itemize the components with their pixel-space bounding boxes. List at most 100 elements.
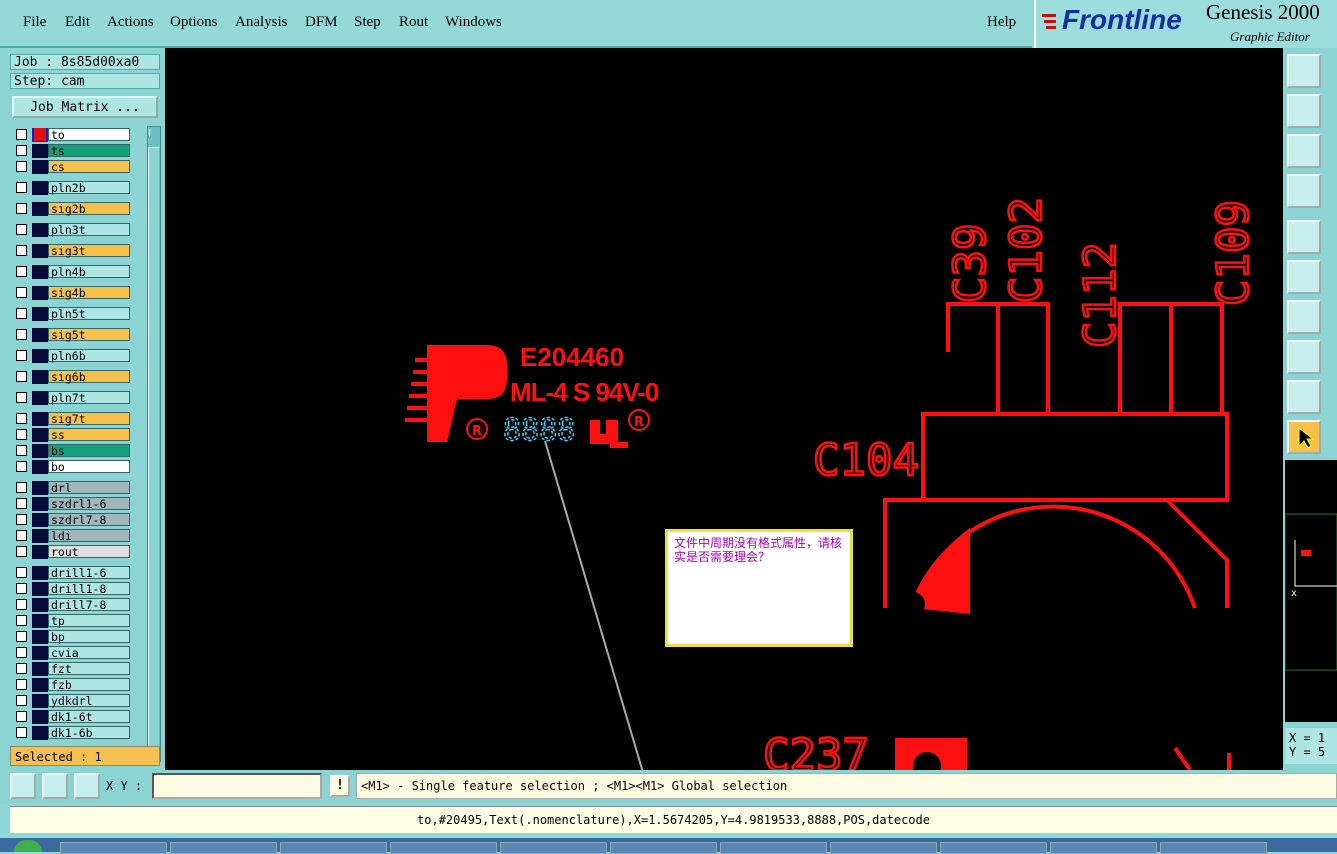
- layer-row[interactable]: to: [12, 128, 132, 142]
- menu-rout[interactable]: Rout: [399, 14, 428, 31]
- layer-checkbox[interactable]: [16, 371, 27, 382]
- layer-row[interactable]: bp: [12, 630, 132, 644]
- taskbar-item[interactable]: [500, 842, 607, 854]
- taskbar-item[interactable]: [280, 842, 387, 854]
- taskbar-item[interactable]: [720, 842, 827, 854]
- layer-affected-indicator[interactable]: [32, 497, 48, 511]
- layer-row[interactable]: sig7t: [12, 412, 132, 426]
- layer-checkbox[interactable]: [16, 615, 27, 626]
- layer-name[interactable]: rout: [48, 545, 130, 559]
- layer-checkbox[interactable]: [16, 245, 27, 256]
- layer-checkbox[interactable]: [16, 482, 27, 493]
- layer-affected-indicator[interactable]: [32, 630, 48, 644]
- layer-row[interactable]: sig3t: [12, 244, 132, 258]
- layer-name[interactable]: to: [48, 128, 130, 142]
- layer-row[interactable]: pln5t: [12, 307, 132, 321]
- layer-checkbox[interactable]: [16, 679, 27, 690]
- zoom-fit-icon[interactable]: [1287, 134, 1321, 168]
- layer-name[interactable]: sig4b: [48, 286, 130, 300]
- layer-name[interactable]: sig3t: [48, 244, 130, 258]
- layer-checkbox[interactable]: [16, 161, 27, 172]
- layer-checkbox[interactable]: [16, 461, 27, 472]
- layer-affected-indicator[interactable]: [32, 598, 48, 612]
- menu-dfm[interactable]: DFM: [305, 14, 338, 31]
- taskbar-item[interactable]: [1050, 842, 1157, 854]
- layer-name[interactable]: pln2b: [48, 181, 130, 195]
- layer-affected-indicator[interactable]: [32, 726, 48, 740]
- layer-affected-indicator[interactable]: [32, 460, 48, 474]
- layer-row[interactable]: bs: [12, 444, 132, 458]
- grid-icon[interactable]: [74, 773, 100, 799]
- menu-file[interactable]: File: [23, 14, 46, 31]
- layer-affected-indicator[interactable]: [32, 678, 48, 692]
- layer-affected-indicator[interactable]: [32, 444, 48, 458]
- layer-name[interactable]: bo: [48, 460, 130, 474]
- menu-options[interactable]: Options: [170, 14, 218, 31]
- layer-checkbox[interactable]: [16, 663, 27, 674]
- layer-checkbox[interactable]: [16, 695, 27, 706]
- layer-affected-indicator[interactable]: [32, 582, 48, 596]
- layer-checkbox[interactable]: [16, 567, 27, 578]
- layer-name[interactable]: ts: [48, 144, 130, 158]
- layer-name[interactable]: pln7t: [48, 391, 130, 405]
- menu-step[interactable]: Step: [354, 14, 381, 31]
- layer-row[interactable]: pln6b: [12, 349, 132, 363]
- layer-affected-indicator[interactable]: [32, 265, 48, 279]
- layer-name[interactable]: fzt: [48, 662, 130, 676]
- measure-icon[interactable]: [1287, 300, 1321, 334]
- layer-checkbox[interactable]: [16, 583, 27, 594]
- pcb-drawing[interactable]: R E204460 ML-4 S 94V-0 8888 R C39 C102 C…: [165, 48, 1283, 770]
- layer-checkbox[interactable]: [16, 308, 27, 319]
- layer-row[interactable]: cs: [12, 160, 132, 174]
- layer-affected-indicator[interactable]: [32, 428, 48, 442]
- layer-row[interactable]: drill1-8: [12, 582, 132, 596]
- layer-row[interactable]: pln7t: [12, 391, 132, 405]
- layer-row[interactable]: sig6b: [12, 370, 132, 384]
- layer-row[interactable]: sig5t: [12, 328, 132, 342]
- taskbar-item[interactable]: [170, 842, 277, 854]
- snap-icon[interactable]: [1287, 340, 1321, 374]
- layer-row[interactable]: sig2b: [12, 202, 132, 216]
- layer-row[interactable]: pln2b: [12, 181, 132, 195]
- overview-minimap[interactable]: x: [1284, 460, 1337, 722]
- layer-name[interactable]: dk1-6t: [48, 710, 130, 724]
- layer-affected-indicator[interactable]: [32, 144, 48, 158]
- taskbar-item[interactable]: [390, 842, 497, 854]
- layer-affected-indicator[interactable]: [32, 160, 48, 174]
- layer-name[interactable]: drill1-8: [48, 582, 130, 596]
- layer-affected-indicator[interactable]: [32, 370, 48, 384]
- layer-checkbox[interactable]: [16, 514, 27, 525]
- layer-name[interactable]: drl: [48, 481, 130, 495]
- layer-checkbox[interactable]: [16, 203, 27, 214]
- layer-name[interactable]: bp: [48, 630, 130, 644]
- layer-name[interactable]: szdrl1-6: [48, 497, 130, 511]
- layer-row[interactable]: drill1-6: [12, 566, 132, 580]
- layer-checkbox[interactable]: [16, 429, 27, 440]
- layer-affected-indicator[interactable]: [32, 307, 48, 321]
- layer-affected-indicator[interactable]: [32, 202, 48, 216]
- taskbar-item[interactable]: [830, 842, 937, 854]
- taskbar-item[interactable]: [60, 842, 167, 854]
- layer-list-scrollbar[interactable]: [147, 126, 161, 762]
- layer-affected-indicator[interactable]: [32, 349, 48, 363]
- layer-checkbox[interactable]: [16, 266, 27, 277]
- select-pointer-icon[interactable]: [1287, 420, 1321, 454]
- layer-affected-indicator[interactable]: [32, 223, 48, 237]
- layer-row[interactable]: drill7-8: [12, 598, 132, 612]
- drc-icon[interactable]: [1287, 380, 1321, 414]
- menu-help[interactable]: Help: [987, 14, 1016, 31]
- layer-affected-indicator[interactable]: [32, 529, 48, 543]
- taskbar-item[interactable]: [940, 842, 1047, 854]
- layer-name[interactable]: sig5t: [48, 328, 130, 342]
- layer-row[interactable]: cvia: [12, 646, 132, 660]
- layer-row[interactable]: bo: [12, 460, 132, 474]
- layer-row[interactable]: drl: [12, 481, 132, 495]
- layer-name[interactable]: tp: [48, 614, 130, 628]
- layer-checkbox[interactable]: [16, 546, 27, 557]
- menu-actions[interactable]: Actions: [107, 14, 154, 31]
- layer-checkbox[interactable]: [16, 530, 27, 541]
- layer-checkbox[interactable]: [16, 498, 27, 509]
- layer-affected-indicator[interactable]: [32, 646, 48, 660]
- angle-mode-icon[interactable]: [42, 773, 68, 799]
- layer-name[interactable]: pln3t: [48, 223, 130, 237]
